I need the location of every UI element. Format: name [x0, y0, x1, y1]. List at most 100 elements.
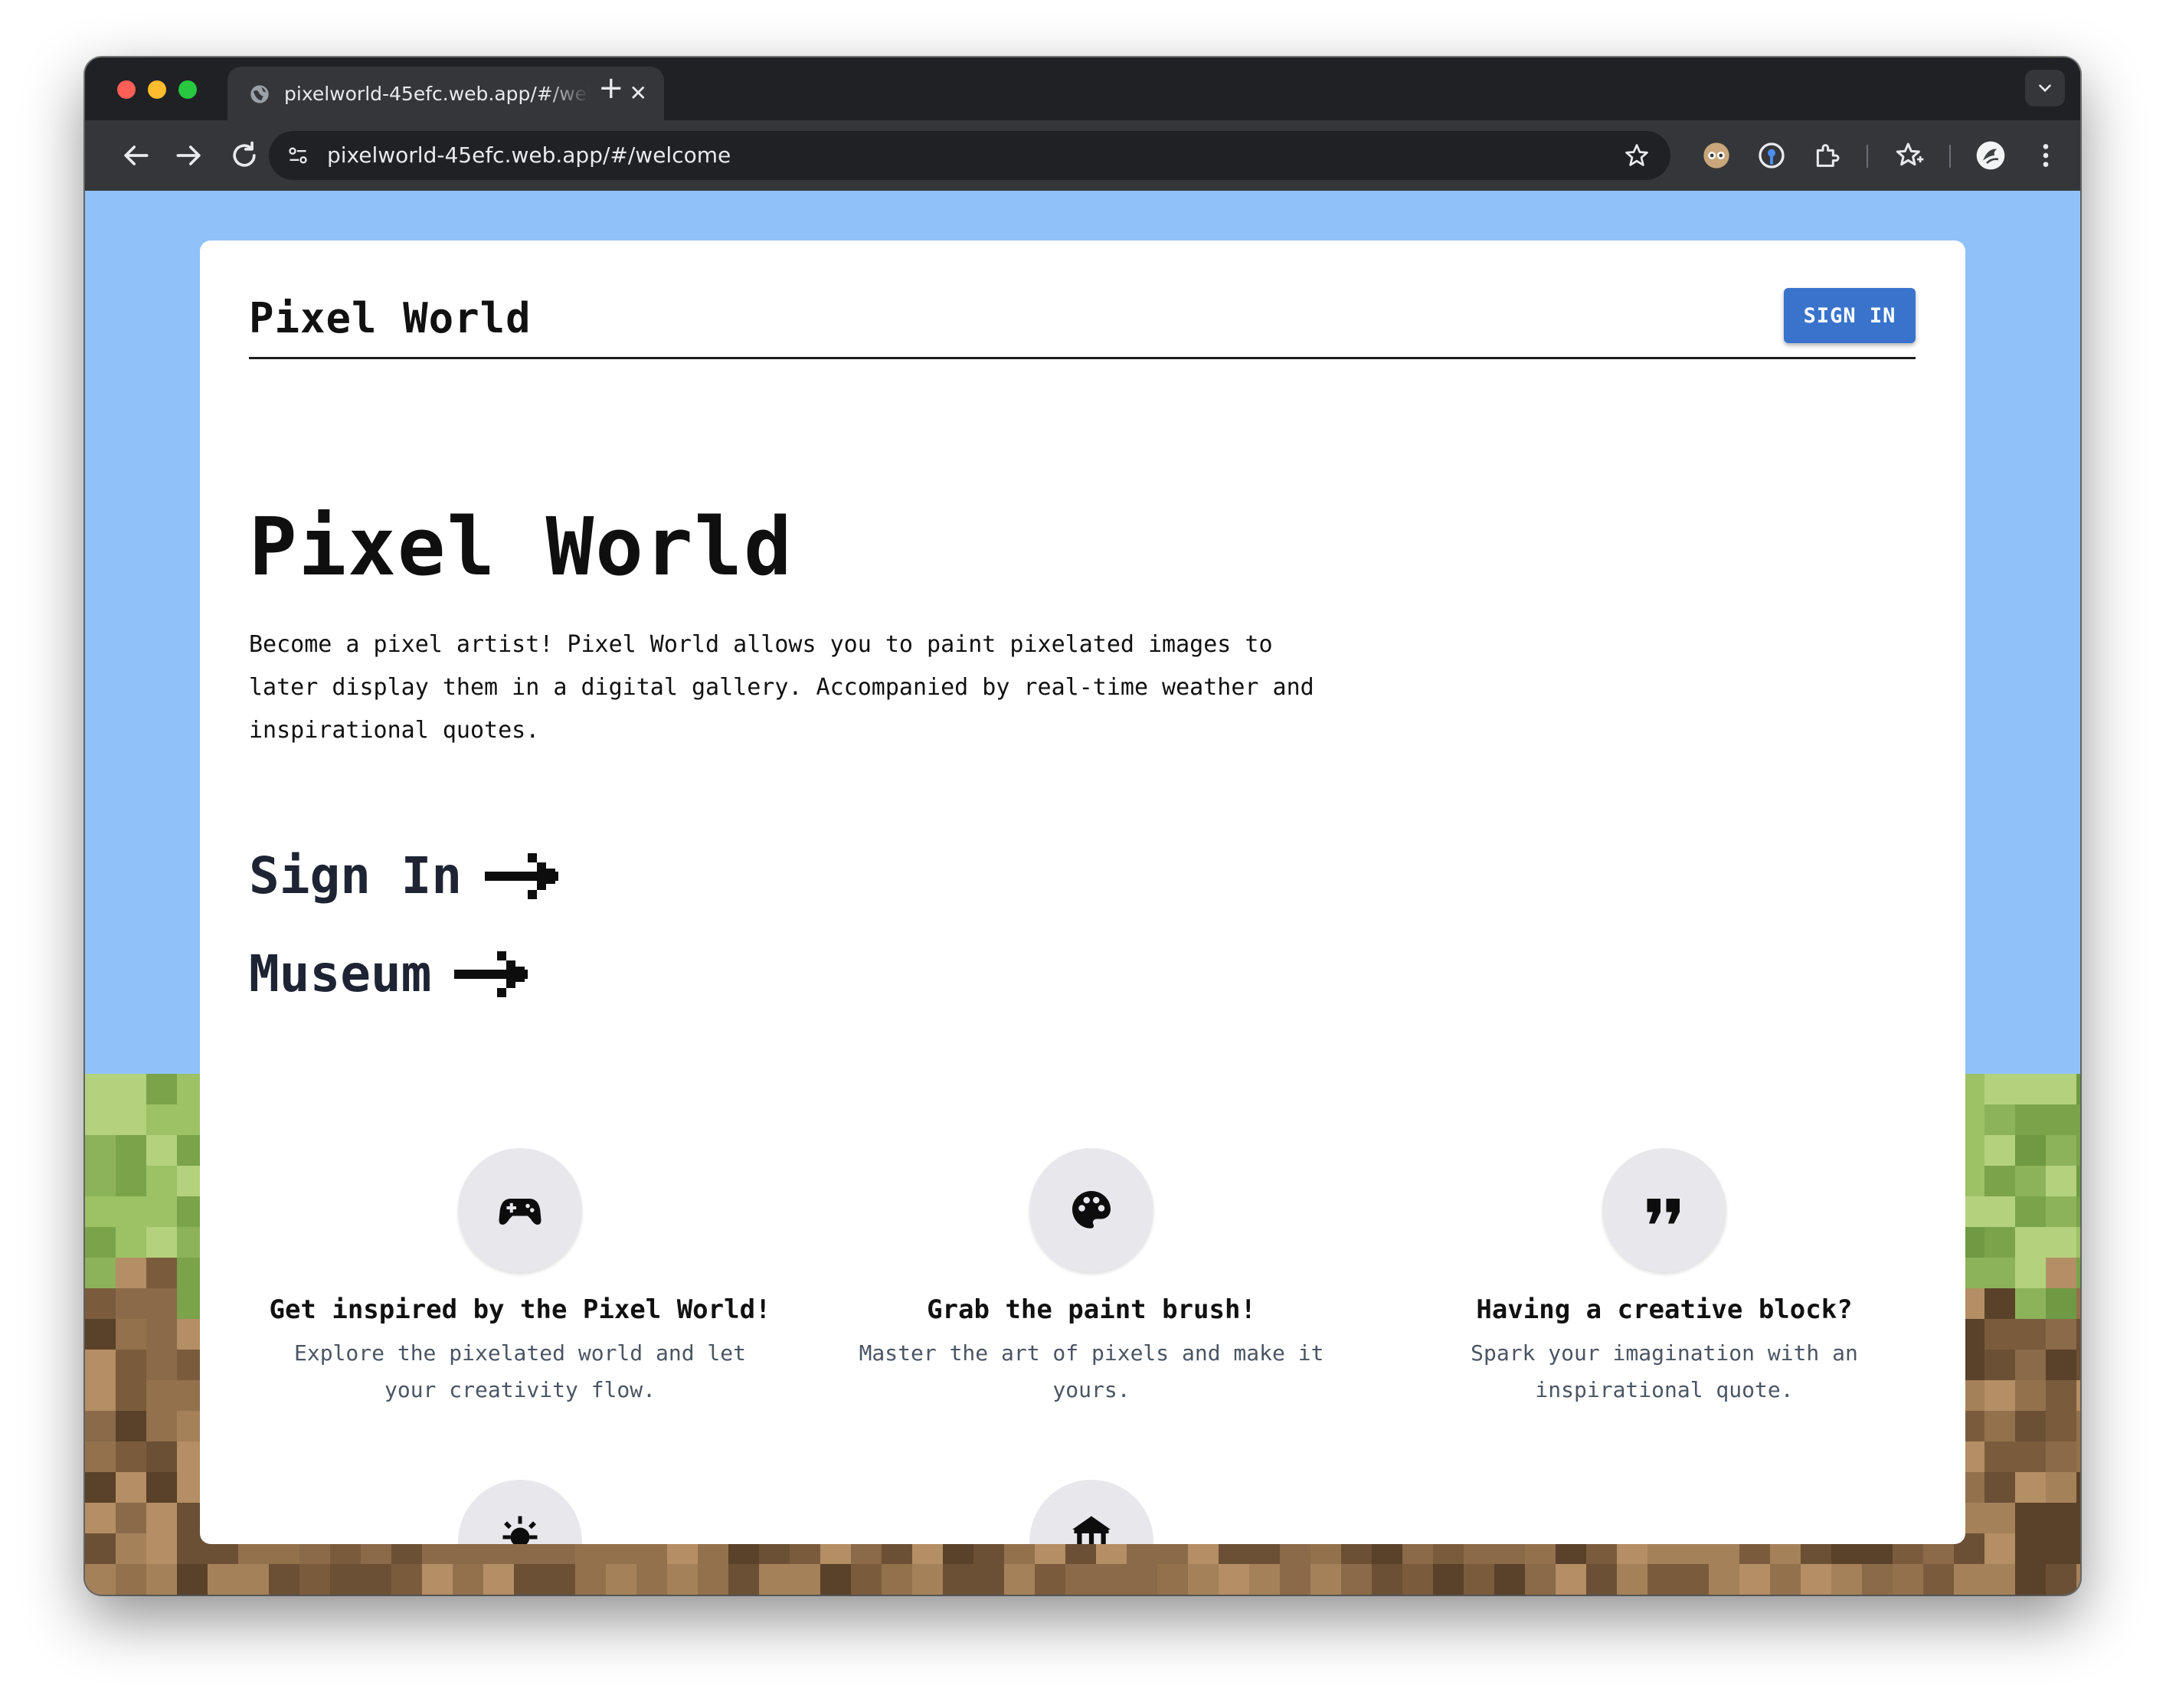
reload-icon[interactable]: [227, 139, 261, 172]
museum-link[interactable]: Museum: [249, 944, 534, 1005]
ground-block: [2046, 1196, 2076, 1227]
sign-in-button[interactable]: SIGN IN: [1784, 288, 1916, 343]
ground-block: [146, 1350, 177, 1380]
palette-icon: [1072, 1191, 1111, 1229]
ground-block: [146, 1196, 177, 1227]
url-text[interactable]: pixelworld-45efc.web.app/#/welcome: [327, 142, 731, 169]
more-menu-icon[interactable]: [2030, 140, 2061, 171]
feature-painting: Grab the paint brush! Master the art of …: [831, 1148, 1352, 1409]
ground-block: [667, 1564, 698, 1595]
feature-text: Explore the pixelated world and let your…: [293, 1340, 746, 1402]
ground-block: [116, 1227, 146, 1258]
ground-block: [1617, 1564, 1647, 1595]
ground-block: [1678, 1564, 1709, 1595]
ground-block: [2076, 1135, 2080, 1166]
tab-title: pixelworld-45efc.web.app/#/welcome: [284, 83, 591, 105]
ground-block: [545, 1564, 575, 1595]
ground-block: [2046, 1472, 2076, 1503]
museum-icon: [1072, 1516, 1111, 1544]
new-tab-button[interactable]: +: [598, 71, 624, 105]
ground-block: [2076, 1380, 2080, 1411]
ground-block: [2015, 1441, 2046, 1472]
feature-text: Master the art of pixels and make it you…: [859, 1340, 1324, 1402]
ground-block: [2046, 1533, 2076, 1564]
close-window-button[interactable]: [117, 80, 136, 99]
ground-block: [85, 1135, 116, 1166]
ground-block: [85, 1533, 116, 1564]
ground-block: [85, 1441, 116, 1472]
feature-icon-circle-weather: [458, 1480, 582, 1544]
sign-in-link[interactable]: Sign In: [249, 846, 564, 907]
feature-inspiration: Get inspired by the Pixel World! Explore…: [260, 1148, 780, 1409]
ground-block: [636, 1564, 667, 1595]
ground-block: [116, 1441, 146, 1472]
ground-block: [1249, 1564, 1280, 1595]
ground-block: [1984, 1533, 2015, 1564]
ground-block: [116, 1380, 146, 1411]
ground-block: [116, 1074, 146, 1104]
ground-block: [1893, 1564, 1923, 1595]
ground-block: [146, 1533, 177, 1564]
password-manager-icon[interactable]: [1756, 140, 1787, 171]
ground-block: [85, 1227, 116, 1258]
extension-avatar-icon[interactable]: [1701, 140, 1732, 171]
ground-block: [2046, 1258, 2076, 1288]
ground-block: [2046, 1104, 2076, 1135]
tab-close-icon[interactable]: ✕: [630, 81, 647, 106]
ground-block: [1984, 1503, 2015, 1533]
ground-block: [2015, 1350, 2046, 1380]
ground-block: [1984, 1288, 2015, 1319]
ground-block: [1556, 1564, 1586, 1595]
ground-block: [146, 1411, 177, 1441]
back-arrow-icon[interactable]: [119, 139, 152, 172]
ground-block: [1984, 1564, 2015, 1595]
ground-block: [2046, 1166, 2076, 1196]
forward-arrow-icon[interactable]: [172, 139, 206, 172]
ground-block: [2076, 1411, 2080, 1441]
ground-block: [1984, 1350, 2015, 1380]
ground-block: [116, 1196, 146, 1227]
minimize-window-button[interactable]: [148, 80, 166, 99]
ground-block: [1984, 1472, 2015, 1503]
ground-block: [728, 1564, 759, 1595]
sun-icon: [502, 1516, 538, 1544]
ground-block: [1065, 1564, 1096, 1595]
ground-block: [361, 1564, 391, 1595]
ground-block: [146, 1380, 177, 1411]
ground-block: [116, 1533, 146, 1564]
ground-block: [2015, 1533, 2046, 1564]
browser-window: pixelworld-45efc.web.app/#/welcome ✕ +: [85, 57, 2080, 1595]
profile-avatar-icon[interactable]: [1975, 140, 2006, 171]
site-settings-icon[interactable]: [286, 145, 310, 166]
ground-block: [453, 1564, 483, 1595]
extensions-puzzle-icon[interactable]: [1811, 140, 1842, 171]
bookmark-star-icon[interactable]: [1623, 142, 1651, 169]
ground-block: [1984, 1411, 2015, 1441]
ground-block: [2076, 1564, 2080, 1595]
ground-block: [2015, 1411, 2046, 1441]
ground-block: [391, 1564, 422, 1595]
ground-block: [146, 1074, 177, 1104]
feature-title: Get inspired by the Pixel World!: [269, 1294, 771, 1325]
ground-block: [759, 1564, 790, 1595]
ground-block: [2015, 1258, 2046, 1288]
ground-block: [2015, 1227, 2046, 1258]
pixel-arrow-right-icon: [485, 853, 559, 899]
ground-block: [1525, 1564, 1556, 1595]
toolbar-separator: [1949, 145, 1951, 168]
tab-search-button[interactable]: [2025, 70, 2065, 106]
ground-block: [1341, 1564, 1372, 1595]
ground-block: [1862, 1564, 1893, 1595]
ground-block: [330, 1564, 361, 1595]
ground-block: [2046, 1135, 2076, 1166]
feature-icon-circle: [1602, 1148, 1726, 1272]
ground-block: [85, 1564, 116, 1595]
maximize-window-button[interactable]: [178, 80, 197, 99]
ground-block: [238, 1564, 269, 1595]
ground-block: [2015, 1104, 2046, 1135]
ground-block: [2076, 1166, 2080, 1196]
bookmarks-star-icon[interactable]: [1894, 140, 1925, 171]
address-bar[interactable]: pixelworld-45efc.web.app/#/welcome: [269, 131, 1670, 180]
welcome-card: Pixel World SIGN IN Pixel World Become a…: [200, 240, 1965, 1544]
browser-toolbar: pixelworld-45efc.web.app/#/welcome: [85, 120, 2080, 191]
